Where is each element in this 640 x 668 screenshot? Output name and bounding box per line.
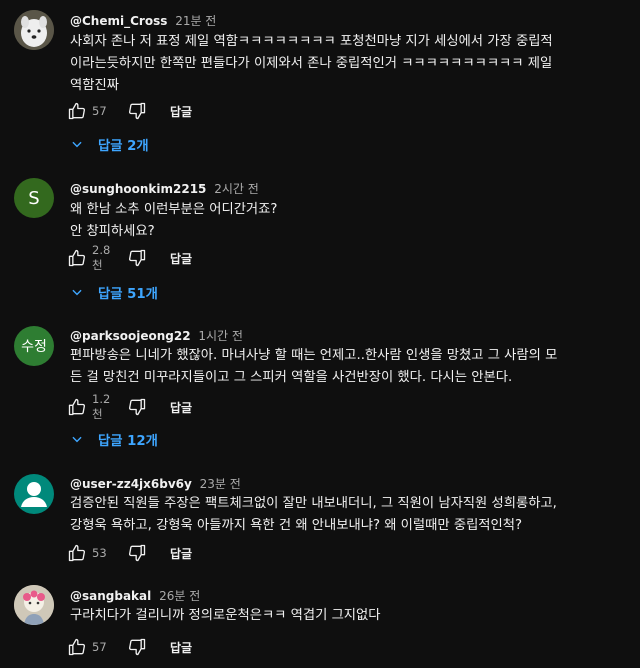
comment-time[interactable]: 21분 전 [175,14,216,28]
comment-text: 편파방송은 니네가 했잖아. 마녀사냥 할 때는 언제고..한사람 인생을 망쳤… [70,345,630,389]
chevron-down-icon [70,137,84,151]
comment-author[interactable]: @sunghoonkim2215 [70,182,206,196]
like-count: 1.2천 [92,392,111,421]
reply-button[interactable]: 답글 [170,103,192,120]
reply-button[interactable]: 답글 [170,545,192,562]
comment-author[interactable]: @parksoojeong22 [70,329,191,343]
like-button[interactable] [66,542,88,564]
comment-time[interactable]: 1시간 전 [198,329,243,343]
like-count: 57 [92,640,107,654]
dislike-button[interactable] [126,396,148,418]
comment-line: 검증안된 직원들 주장은 팩트체크없이 잘만 내보내더니, 그 직원이 남자직원… [70,496,557,511]
replies-count: 답글 51개 [98,286,158,302]
view-replies-button[interactable]: 답글 12개 [70,427,158,451]
comment-line: 역함진짜 [70,78,119,93]
thumbs-down-icon [128,249,146,267]
comment-actions: 1.2천 답글 [66,392,192,421]
chevron-down-icon [70,432,84,446]
comment-meta: @parksoojeong22 1시간 전 [70,327,243,344]
like-count: 57 [92,104,107,118]
reply-button[interactable]: 답글 [170,399,192,416]
comment-line: 구라치다가 걸리니까 정의로운척은ㅋㅋ 역겹기 그지없다 [70,608,381,623]
comment-actions: 57 답글 [66,100,192,122]
dislike-button[interactable] [126,542,148,564]
reply-button[interactable]: 답글 [170,639,192,656]
thumbs-up-icon [68,249,86,267]
like-button[interactable] [66,100,88,122]
comment-time[interactable]: 23분 전 [200,477,241,491]
like-button[interactable] [66,247,88,269]
comment-line: 사회자 존나 저 표정 제일 역함ㅋㅋㅋㅋㅋㅋㅋㅋ 포청천마냥 지가 세싱에서 … [70,34,553,49]
avatar-letter: 수정 [21,339,47,355]
like-button[interactable] [66,396,88,418]
avatar[interactable] [14,10,54,50]
comment-line: 강형욱 욕하고, 강형욱 아들까지 욕한 건 왜 안내보내냐? 왜 이럴때만 중… [70,518,523,533]
thumbs-down-icon [128,638,146,656]
like-count: 53 [92,546,107,560]
avatar[interactable] [14,474,54,514]
avatar[interactable] [14,585,54,625]
comment-text: 검증안된 직원들 주장은 팩트체크없이 잘만 내보내더니, 그 직원이 남자직원… [70,493,630,537]
comment-time[interactable]: 2시간 전 [214,182,259,196]
avatar[interactable]: 수정 [14,326,54,366]
replies-count: 답글 2개 [98,138,149,154]
comment-text: 사회자 존나 저 표정 제일 역함ㅋㅋㅋㅋㅋㅋㅋㅋ 포청천마냥 지가 세싱에서 … [70,31,630,97]
comment-line: 안 창피하세요? [70,224,155,239]
dislike-button[interactable] [126,100,148,122]
dog-photo-icon [14,10,54,50]
comment-text: 왜 한남 소추 이런부분은 어디간거죠? 안 창피하세요? [70,199,630,243]
comment-author[interactable]: @Chemi_Cross [70,14,167,28]
comment-actions: 53 답글 [66,542,192,564]
reply-button[interactable]: 답글 [170,250,192,267]
default-user-icon [21,482,47,507]
comment-author[interactable]: @sangbakal [70,589,151,603]
thumbs-up-icon [68,638,86,656]
comment-meta: @Chemi_Cross 21분 전 [70,12,216,29]
comment-time[interactable]: 26분 전 [159,589,200,603]
thumbs-down-icon [128,102,146,120]
comment-line: 편파방송은 니네가 했잖아. 마녀사냥 할 때는 언제고..한사람 인생을 망쳤… [70,348,558,363]
thumbs-down-icon [128,398,146,416]
comment-meta: @sunghoonkim2215 2시간 전 [70,180,259,197]
like-count: 2.8천 [92,243,111,272]
avatar-letter: S [28,187,40,209]
thumbs-up-icon [68,544,86,562]
thumbs-up-icon [68,398,86,416]
comment-meta: @user-zz4jx6bv6y 23분 전 [70,475,241,492]
comment-line: 든 걸 망친건 미꾸라지들이고 그 스피커 역할을 사건반장이 했다. 다시는 … [70,370,513,385]
view-replies-button[interactable]: 답글 51개 [70,280,158,304]
comment-text: 구라치다가 걸리니까 정의로운척은ㅋㅋ 역겹기 그지없다 [70,605,630,627]
like-button[interactable] [66,636,88,658]
avatar[interactable]: S [14,178,54,218]
dislike-button[interactable] [126,247,148,269]
comment-meta: @sangbakal 26분 전 [70,587,200,604]
thumbs-up-icon [68,102,86,120]
replies-count: 답글 12개 [98,433,158,449]
comment-line: 이라는듯하지만 한쪽만 편들다가 이제와서 존나 중립적인거 ㅋㅋㅋㅋㅋㅋㅋㅋㅋ… [70,56,553,71]
view-replies-button[interactable]: 답글 2개 [70,132,149,156]
dislike-button[interactable] [126,636,148,658]
thumbs-down-icon [128,544,146,562]
character-photo-icon [14,585,54,625]
comment-line: 왜 한남 소추 이런부분은 어디간거죠? [70,202,278,217]
comment-actions: 2.8천 답글 [66,243,192,272]
chevron-down-icon [70,285,84,299]
comment-author[interactable]: @user-zz4jx6bv6y [70,477,192,491]
comment-actions: 57 답글 [66,636,192,658]
